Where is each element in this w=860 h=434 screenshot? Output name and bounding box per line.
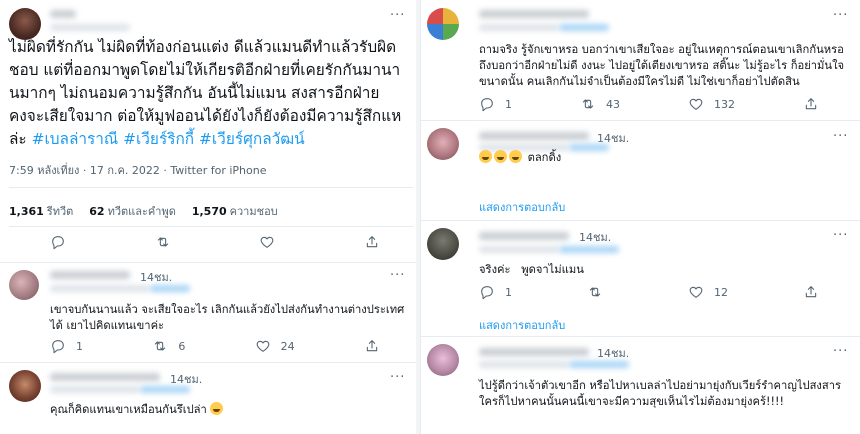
more-options-icon[interactable]: ··· bbox=[833, 344, 848, 359]
avatar[interactable] bbox=[9, 370, 41, 402]
more-options-icon[interactable]: ··· bbox=[390, 370, 405, 385]
display-name[interactable] bbox=[479, 232, 569, 240]
reply-timestamp[interactable]: 14ชม. bbox=[597, 344, 629, 362]
like-button[interactable]: 132 bbox=[688, 96, 735, 112]
reply-icon[interactable] bbox=[50, 234, 66, 250]
reply-button[interactable]: 1 bbox=[479, 284, 512, 300]
avatar[interactable] bbox=[427, 228, 459, 260]
more-options-icon[interactable]: ··· bbox=[833, 228, 848, 243]
reply-text: จริงค่ะ พูดจาไม่แมน bbox=[479, 263, 584, 276]
grinning-sweat-emoji-icon bbox=[210, 402, 224, 415]
grinning-emoji-icon bbox=[479, 150, 492, 163]
heart-icon bbox=[688, 284, 704, 300]
reply-text: ตลกดิ้ง bbox=[479, 150, 779, 166]
reply-action-bar: 1 6 24 bbox=[50, 338, 380, 354]
avatar[interactable] bbox=[427, 8, 459, 40]
tweet-stats: 1,361 รีทวีต 62 ทวีตและคำพูด 1,570 ความชอบ bbox=[9, 202, 278, 220]
avatar[interactable] bbox=[427, 344, 459, 376]
retweet-icon bbox=[580, 96, 596, 112]
share-icon[interactable] bbox=[364, 234, 380, 250]
share-icon bbox=[364, 338, 380, 354]
grinning-emoji-icon bbox=[509, 150, 522, 163]
tweet-meta[interactable]: 7:59 หลังเที่ยง · 17 ก.ค. 2022 · Twitter… bbox=[9, 161, 266, 179]
avatar[interactable] bbox=[427, 128, 459, 160]
reply-timestamp[interactable]: 14ชม. bbox=[140, 268, 172, 286]
reply-text: ถามจริง รู้จักเขาหรอ บอกว่าเขาเสียใจอะ อ… bbox=[479, 43, 845, 88]
reply-context bbox=[479, 361, 569, 368]
like-button[interactable]: 24 bbox=[255, 338, 295, 354]
reply-icon bbox=[50, 338, 66, 354]
heart-icon bbox=[255, 338, 271, 354]
reply-text: ไปรู้ดีกว่าเจ้าตัวเขาอีก หรือไปหาเบลล่าไ… bbox=[479, 379, 841, 408]
hashtag-link[interactable]: #เวียร์ศุกลวัฒน์ bbox=[199, 130, 305, 148]
reply-context bbox=[479, 24, 559, 31]
share-icon bbox=[803, 284, 819, 300]
hashtag-link[interactable]: #เวียร์ริกกี้ bbox=[123, 130, 194, 148]
reply-button[interactable]: 1 bbox=[50, 338, 83, 354]
main-action-bar bbox=[50, 234, 380, 250]
reply-context bbox=[50, 285, 150, 292]
heart-icon[interactable] bbox=[259, 234, 275, 250]
reply-action-bar: 1 43 132 bbox=[479, 96, 819, 112]
replying-to-link[interactable] bbox=[559, 246, 619, 253]
display-name[interactable] bbox=[50, 271, 130, 279]
like-stat[interactable]: 1,570 ความชอบ bbox=[192, 202, 278, 220]
right-panel: ··· ถามจริง รู้จักเขาหรอ บอกว่าเขาเสียใจ… bbox=[420, 0, 860, 434]
more-options-icon[interactable]: ··· bbox=[833, 8, 848, 23]
avatar[interactable] bbox=[9, 270, 39, 300]
display-name[interactable] bbox=[479, 348, 589, 356]
more-options-icon[interactable]: ··· bbox=[390, 268, 405, 283]
reply-context bbox=[479, 246, 559, 253]
retweet-button[interactable] bbox=[587, 284, 613, 300]
share-button[interactable] bbox=[803, 284, 819, 300]
reply-context bbox=[50, 386, 140, 393]
replying-to-link[interactable] bbox=[569, 361, 629, 368]
share-icon bbox=[803, 96, 819, 112]
retweet-button[interactable]: 43 bbox=[580, 96, 620, 112]
reply-text: เขาจบกันนานแล้ว จะเสียใจอะไร เลิกกันแล้ว… bbox=[50, 303, 405, 332]
reply-timestamp[interactable]: 14ชม. bbox=[579, 228, 611, 246]
replying-to-link[interactable] bbox=[140, 386, 190, 393]
reply-button[interactable]: 1 bbox=[479, 96, 512, 112]
reply-action-bar: 1 12 bbox=[479, 284, 819, 300]
like-button[interactable]: 12 bbox=[688, 284, 728, 300]
reply-icon bbox=[479, 96, 495, 112]
more-options-icon[interactable]: ··· bbox=[833, 129, 848, 144]
grinning-emoji-icon bbox=[494, 150, 507, 163]
replying-to-link[interactable] bbox=[559, 24, 609, 31]
tweet-text: ไม่ผิดที่รักกัน ไม่ผิดที่ท้องก่อนแต่ง ดี… bbox=[9, 36, 413, 151]
show-replies-link[interactable]: แสดงการตอบกลับ bbox=[479, 316, 565, 334]
display-name[interactable] bbox=[479, 132, 589, 140]
show-replies-link[interactable]: แสดงการตอบกลับ bbox=[479, 198, 565, 216]
username[interactable] bbox=[50, 24, 130, 31]
share-button[interactable] bbox=[364, 338, 380, 354]
retweet-icon bbox=[152, 338, 168, 354]
more-options-icon[interactable]: ··· bbox=[390, 8, 405, 23]
heart-icon bbox=[688, 96, 704, 112]
retweet-stat[interactable]: 1,361 รีทวีต bbox=[9, 202, 73, 220]
left-panel: ··· ไม่ผิดที่รักกัน ไม่ผิดที่ท้องก่อนแต่… bbox=[0, 0, 416, 434]
share-button[interactable] bbox=[803, 96, 819, 112]
hashtag-link[interactable]: #เบลล่าราณี bbox=[32, 130, 119, 148]
retweet-icon bbox=[587, 284, 603, 300]
quote-stat[interactable]: 62 ทวีตและคำพูด bbox=[89, 202, 176, 220]
display-name[interactable] bbox=[50, 373, 160, 381]
replying-to-link[interactable] bbox=[150, 285, 190, 292]
retweet-button[interactable]: 6 bbox=[152, 338, 185, 354]
reply-text: คุณก็คิดแทนเขาเหมือนกันรึเปล่า bbox=[50, 402, 410, 418]
display-name[interactable] bbox=[50, 10, 76, 18]
reply-icon bbox=[479, 284, 495, 300]
retweet-icon[interactable] bbox=[155, 234, 171, 250]
display-name[interactable] bbox=[479, 10, 589, 18]
